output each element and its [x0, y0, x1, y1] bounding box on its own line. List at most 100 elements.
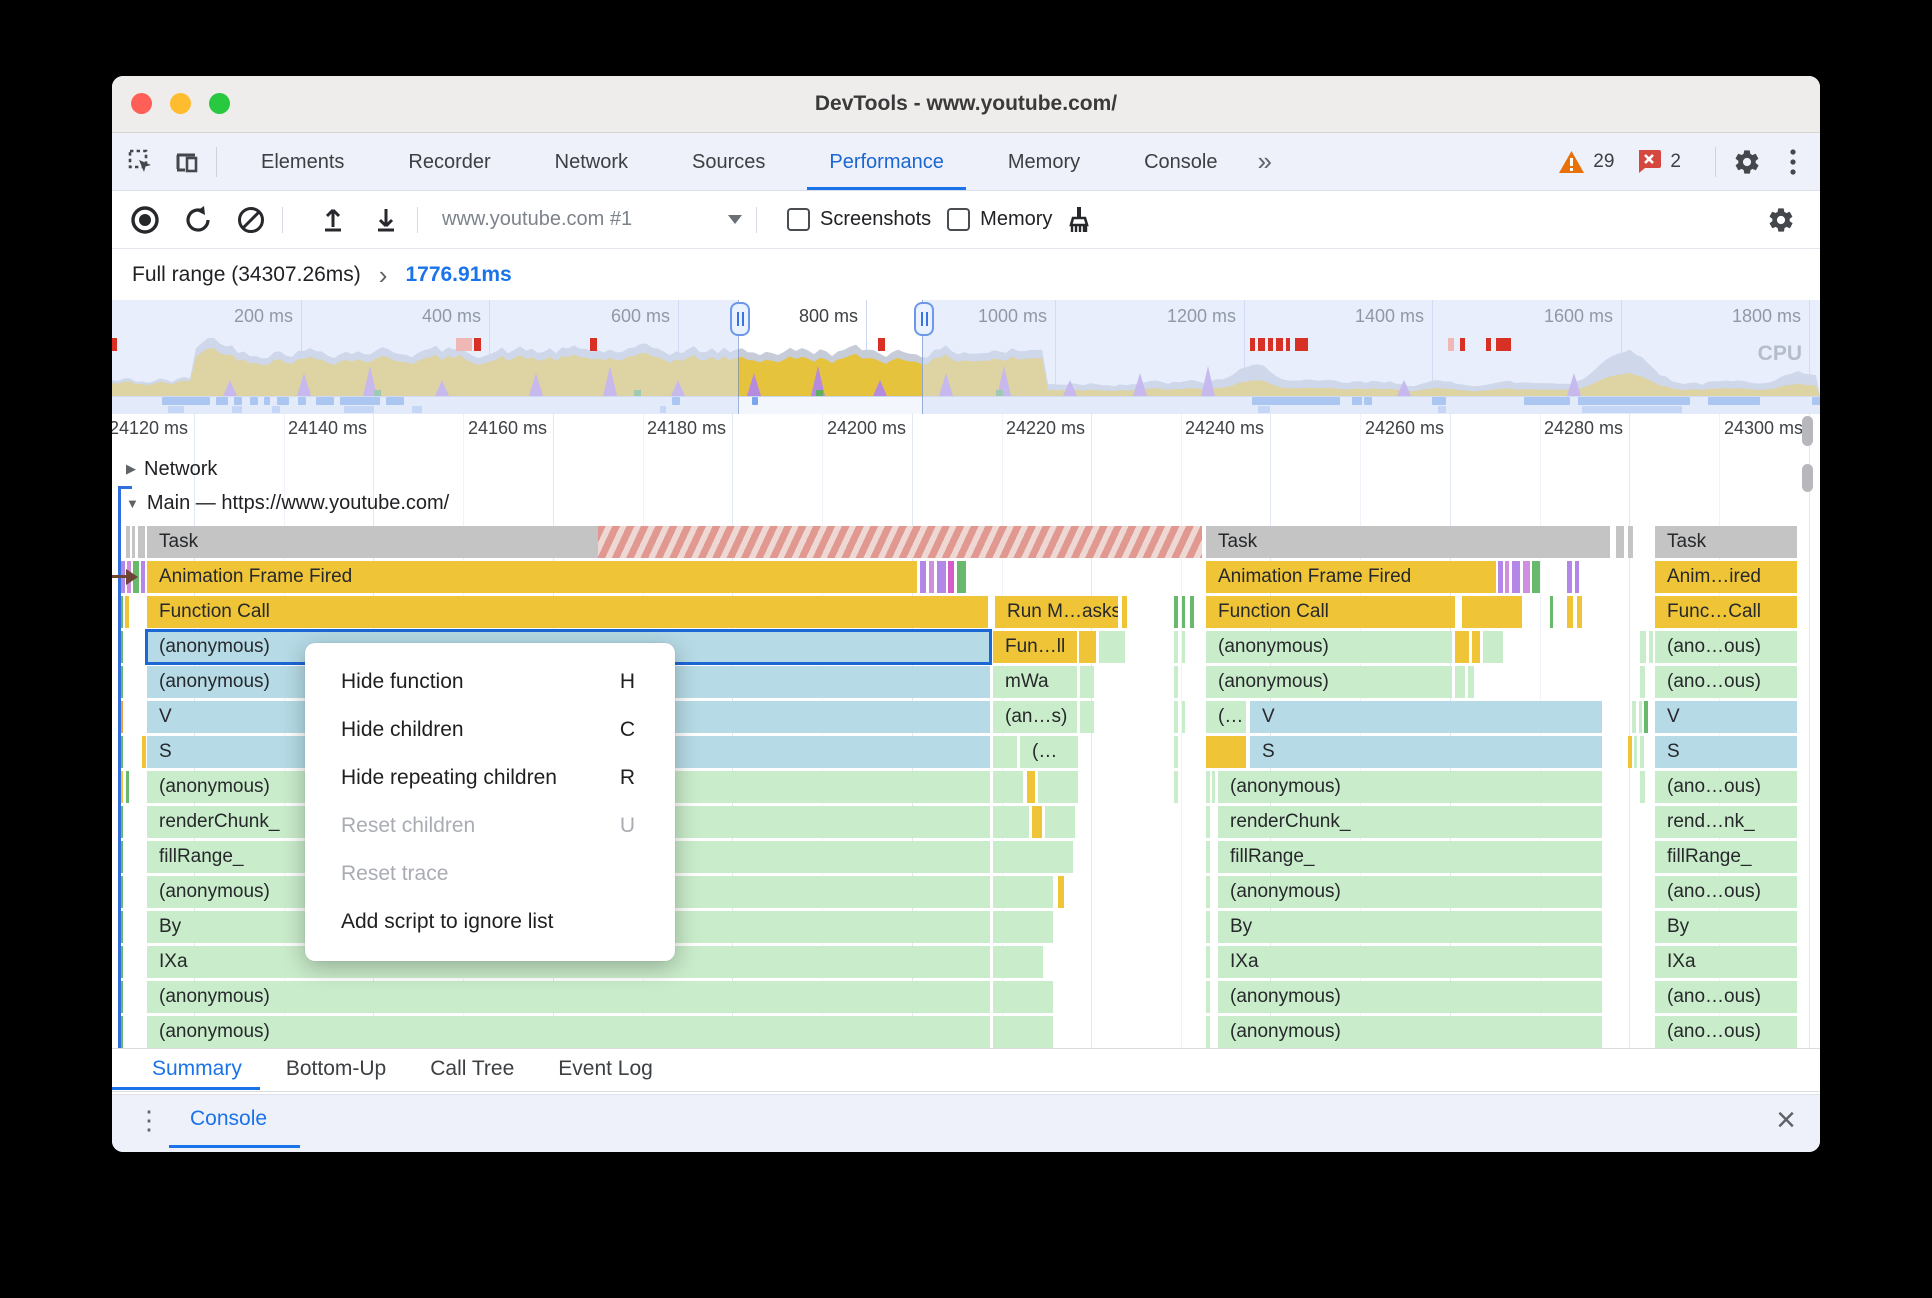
flame-bar-s[interactable]: S	[1250, 736, 1602, 768]
tab-performance[interactable]: Performance	[797, 134, 976, 190]
flame-bar-animation-frame-fired[interactable]	[1505, 561, 1509, 593]
flame-bar-anonymous[interactable]	[1472, 631, 1480, 663]
flame-bar-by[interactable]: By	[1655, 911, 1797, 943]
vertical-scrollbar-thumb-2[interactable]	[1802, 464, 1813, 492]
flame-bar-animation-frame-fired[interactable]	[920, 561, 926, 593]
flame-bar-anonymous[interactable]	[1483, 631, 1503, 663]
flame-bar-ixa[interactable]: IXa	[1655, 946, 1797, 978]
flame-bar-renderchunk[interactable]	[1045, 806, 1075, 838]
flame-bar-anonymous-5[interactable]: (ano…ous)	[1655, 981, 1797, 1013]
flame-bar-function-call[interactable]	[1174, 596, 1178, 628]
flame-bar-anonymous-4[interactable]	[1206, 876, 1210, 908]
flame-bar-v[interactable]	[1174, 701, 1178, 733]
flame-bar-anonymous-3[interactable]	[1027, 771, 1035, 803]
flame-bar-v[interactable]: V	[1250, 701, 1602, 733]
collapse-triangle-icon[interactable]: ▶	[126, 461, 136, 477]
warnings-indicator[interactable]: 29	[1558, 150, 1614, 174]
flame-bar-anonymous-2[interactable]	[1174, 666, 1178, 698]
flame-bar-anonymous[interactable]	[1455, 631, 1469, 663]
flame-bar-anonymous-4[interactable]: (anonymous)	[1218, 876, 1602, 908]
settings-gear-icon[interactable]	[1730, 145, 1764, 179]
flame-bar-animation-frame-fired[interactable]	[1567, 561, 1572, 593]
drawer-kebab-menu-icon[interactable]: ⋮	[136, 1105, 162, 1136]
flame-bar-function-call[interactable]: Function Call	[1206, 596, 1455, 628]
flame-bar-animation-frame-fired[interactable]	[929, 561, 934, 593]
device-toolbar-icon[interactable]	[170, 145, 204, 179]
flame-bar-task[interactable]	[132, 526, 135, 558]
details-tab-call-tree[interactable]: Call Tree	[430, 1049, 514, 1091]
flame-bar-anonymous-6[interactable]	[993, 1016, 1053, 1048]
flame-bar-s[interactable]: (…	[1020, 736, 1078, 768]
more-tabs-icon[interactable]: »	[1250, 146, 1280, 177]
flame-bar-animation-frame-fired[interactable]	[1498, 561, 1503, 593]
flame-bar-fillrange[interactable]	[993, 841, 1073, 873]
inspect-element-icon[interactable]	[124, 145, 158, 179]
clear-icon[interactable]	[234, 203, 268, 237]
flame-bar-anonymous-3[interactable]	[1640, 771, 1645, 803]
flame-bar-animation-frame-fired[interactable]: Anim…ired	[1655, 561, 1797, 593]
flame-bar-anonymous[interactable]	[1182, 631, 1185, 663]
flame-bar-v[interactable]	[1644, 701, 1648, 733]
menu-item-hide-repeating-children[interactable]: Hide repeating children R	[305, 754, 675, 802]
selection-right-handle[interactable]	[914, 302, 934, 336]
flame-bar-v[interactable]	[1632, 701, 1636, 733]
flame-bar-task[interactable]	[1616, 526, 1624, 558]
save-profile-icon[interactable]	[369, 203, 403, 237]
flame-bar-anonymous-2[interactable]: mWa	[993, 666, 1077, 698]
flame-bar-function-call[interactable]	[1567, 596, 1573, 628]
flame-bar-anonymous-4[interactable]	[1058, 876, 1064, 908]
flame-bar-anonymous-6[interactable]: (anonymous)	[147, 1016, 990, 1048]
flame-bar-anonymous-3[interactable]	[1174, 771, 1178, 803]
tab-console[interactable]: Console	[1112, 134, 1249, 190]
menu-item-hide-children[interactable]: Hide children C	[305, 706, 675, 754]
flame-bar-anonymous-6[interactable]: (ano…ous)	[1655, 1016, 1797, 1048]
flame-bar-function-call[interactable]	[1577, 596, 1582, 628]
flame-bar-v[interactable]	[1182, 701, 1185, 733]
flame-bar-v[interactable]	[1639, 701, 1642, 733]
flame-bar-v[interactable]: (…	[1206, 701, 1246, 733]
flame-bar-s[interactable]	[1174, 736, 1178, 768]
flame-bar-s[interactable]	[1634, 736, 1637, 768]
record-icon[interactable]	[128, 203, 162, 237]
flame-bar-anonymous-2[interactable]	[1080, 666, 1094, 698]
flame-bar-anonymous-2[interactable]	[1468, 666, 1474, 698]
flame-bar-animation-frame-fired[interactable]	[1512, 561, 1520, 593]
flame-bar-function-call[interactable]	[1462, 596, 1522, 628]
errors-indicator[interactable]: 2	[1636, 149, 1681, 174]
timeline-overview[interactable]: CPU NET 200 ms400 ms600 ms800 ms1000 ms1…	[112, 300, 1820, 415]
flame-bar-v[interactable]: V	[1655, 701, 1797, 733]
flame-bar-animation-frame-fired[interactable]	[937, 561, 946, 593]
flame-bar-task[interactable]	[126, 526, 130, 558]
flame-bar-anonymous-2[interactable]: (ano…ous)	[1655, 666, 1797, 698]
flame-bar-animation-frame-fired[interactable]: Animation Frame Fired	[1206, 561, 1496, 593]
flame-bar-anonymous-5[interactable]: (anonymous)	[1218, 981, 1602, 1013]
flame-bar-anonymous[interactable]	[1649, 631, 1653, 663]
flame-bar-animation-frame-fired[interactable]: Animation Frame Fired	[147, 561, 917, 593]
flame-bar-task[interactable]	[1628, 526, 1633, 558]
flame-bar-renderchunk[interactable]: rend…nk_	[1655, 806, 1797, 838]
flame-bar-by[interactable]	[1206, 911, 1210, 943]
flame-bar-function-call[interactable]: Run M…asks	[995, 596, 1118, 628]
flame-bar-by[interactable]	[993, 911, 1053, 943]
flame-bar-anonymous-2[interactable]	[1640, 666, 1645, 698]
flame-bar-anonymous[interactable]	[1640, 631, 1646, 663]
tab-network[interactable]: Network	[523, 134, 660, 190]
flame-bar-anonymous-2[interactable]: (anonymous)	[1206, 666, 1452, 698]
details-tab-bottom-up[interactable]: Bottom-Up	[286, 1049, 386, 1091]
flame-bar-v[interactable]: (an…s)	[993, 701, 1077, 733]
section-network[interactable]: ▶ Network	[112, 452, 1820, 486]
menu-item-add-script-to-ignore-list[interactable]: Add script to ignore list	[305, 898, 675, 946]
flame-bar-function-call[interactable]	[1550, 596, 1553, 628]
flame-bar-renderchunk[interactable]	[1206, 806, 1210, 838]
flame-bar-function-call[interactable]	[1182, 596, 1185, 628]
flame-bar-function-call[interactable]: Function Call	[147, 596, 988, 628]
flame-bar-anonymous-5[interactable]: (anonymous)	[147, 981, 990, 1013]
flame-bar-function-call[interactable]	[125, 596, 129, 628]
flame-bar-animation-frame-fired[interactable]	[1575, 561, 1579, 593]
history-select[interactable]: www.youtube.com #1	[442, 208, 742, 231]
section-main[interactable]: ▼ Main — https://www.youtube.com/	[112, 486, 1820, 520]
flame-bar-by[interactable]: By	[1218, 911, 1602, 943]
flame-bar-animation-frame-fired[interactable]	[1523, 561, 1530, 593]
details-tab-summary[interactable]: Summary	[152, 1049, 242, 1091]
flame-bar-anonymous-6[interactable]	[1206, 1016, 1210, 1048]
